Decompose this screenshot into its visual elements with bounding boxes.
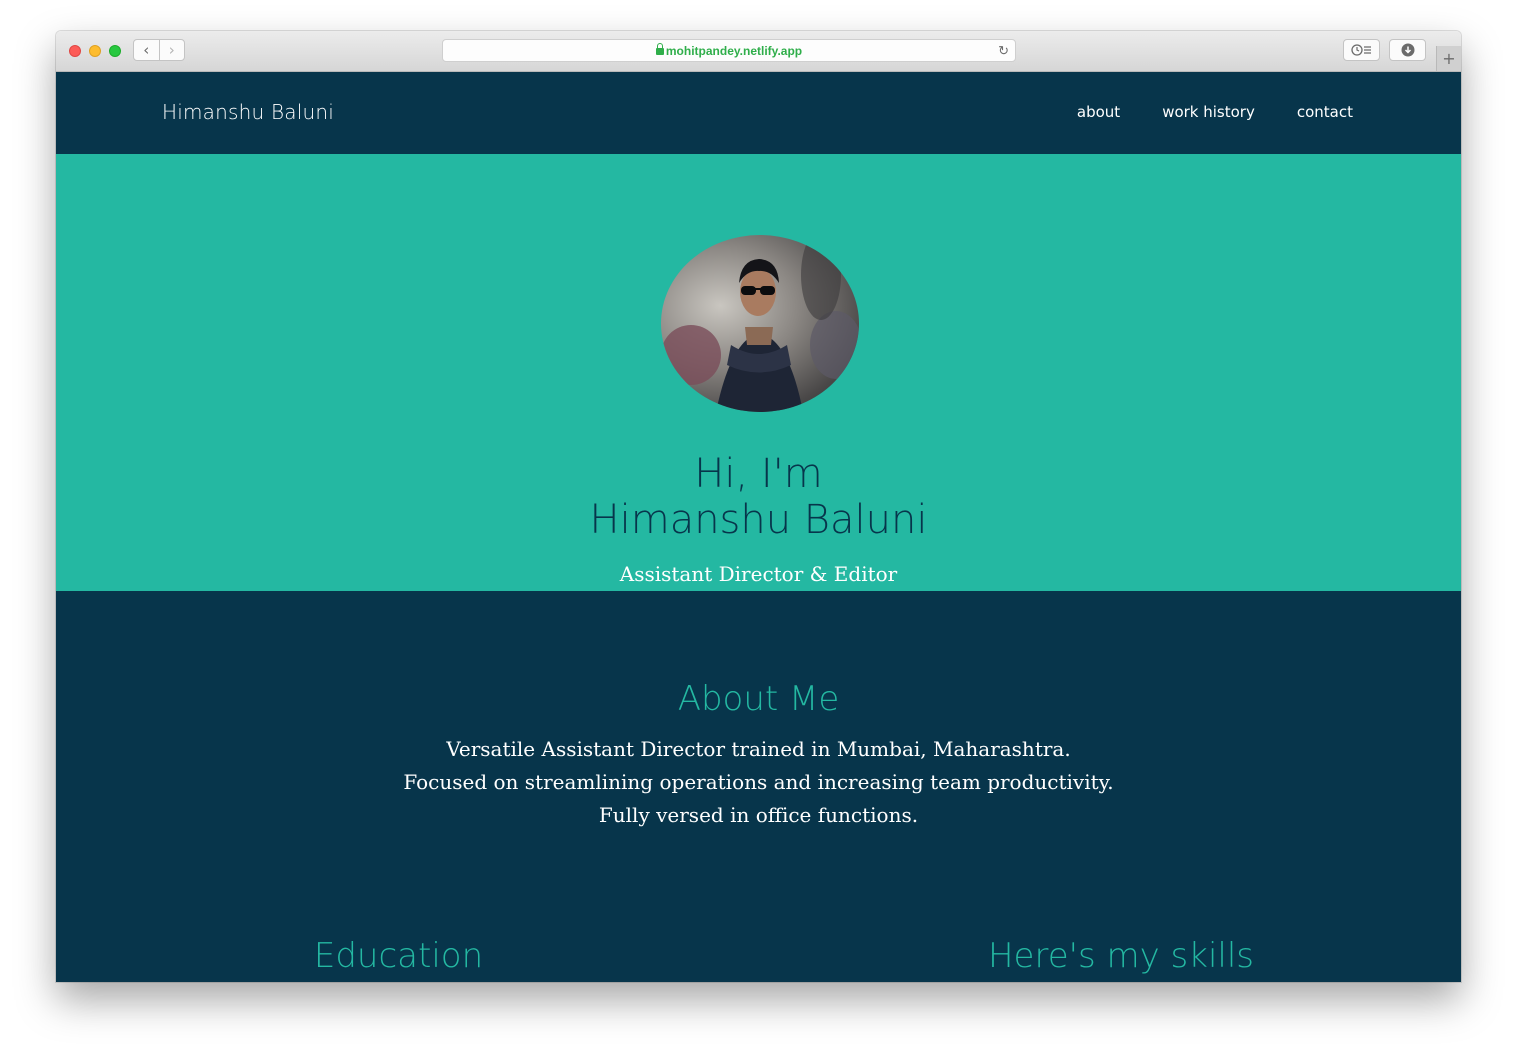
about-line: Fully versed in office functions. — [598, 803, 919, 827]
hero-role: Assistant Director & Editor — [619, 562, 898, 586]
download-icon — [1401, 43, 1414, 57]
nav-link-about[interactable]: about — [1077, 103, 1120, 121]
minimize-window-button[interactable] — [89, 45, 101, 57]
nav-link-work-history[interactable]: work history — [1162, 103, 1255, 121]
hero-greeting: Hi, I'm — [694, 451, 823, 497]
browser-toolbar: ‹ › mohitpandey.netlify.app ↻ + — [56, 31, 1461, 72]
history-nav-group: ‹ › — [133, 39, 185, 61]
zoom-window-button[interactable] — [109, 45, 121, 57]
browser-window: ‹ › mohitpandey.netlify.app ↻ + Himanshu… — [56, 31, 1461, 982]
forward-button[interactable]: › — [158, 40, 185, 60]
address-bar-url: mohitpandey.netlify.app — [665, 43, 803, 58]
downloads-button[interactable] — [1389, 39, 1426, 61]
close-window-button[interactable] — [69, 45, 81, 57]
site-navbar: Himanshu Baluni about work history conta… — [56, 72, 1461, 154]
about-line: Focused on streamlining operations and i… — [403, 770, 1114, 794]
nav-link-contact[interactable]: contact — [1297, 103, 1353, 121]
profile-person-illustration — [661, 235, 859, 412]
new-tab-button[interactable]: + — [1436, 46, 1461, 71]
reload-icon[interactable]: ↻ — [998, 43, 1009, 59]
lock-icon — [655, 43, 664, 55]
history-button[interactable] — [1343, 39, 1380, 61]
about-line: Versatile Assistant Director trained in … — [446, 737, 1071, 761]
address-bar[interactable]: mohitpandey.netlify.app ↻ — [442, 39, 1016, 62]
about-text: Versatile Assistant Director trained in … — [56, 733, 1461, 832]
hero-name: Himanshu Baluni — [589, 497, 928, 543]
nav-menu: about work history contact — [1077, 103, 1353, 121]
history-icon — [1350, 44, 1371, 56]
brand-link[interactable]: Himanshu Baluni — [162, 100, 334, 124]
skills-title: Here's my skills — [987, 936, 1254, 976]
web-page: Himanshu Baluni about work history conta… — [56, 72, 1461, 982]
education-title: Education — [313, 936, 484, 976]
back-button[interactable]: ‹ — [134, 40, 159, 60]
hero-section: Hi, I'm Himanshu Baluni Assistant Direct… — [56, 154, 1461, 591]
about-title: About Me — [677, 679, 840, 719]
profile-photo — [661, 235, 859, 412]
